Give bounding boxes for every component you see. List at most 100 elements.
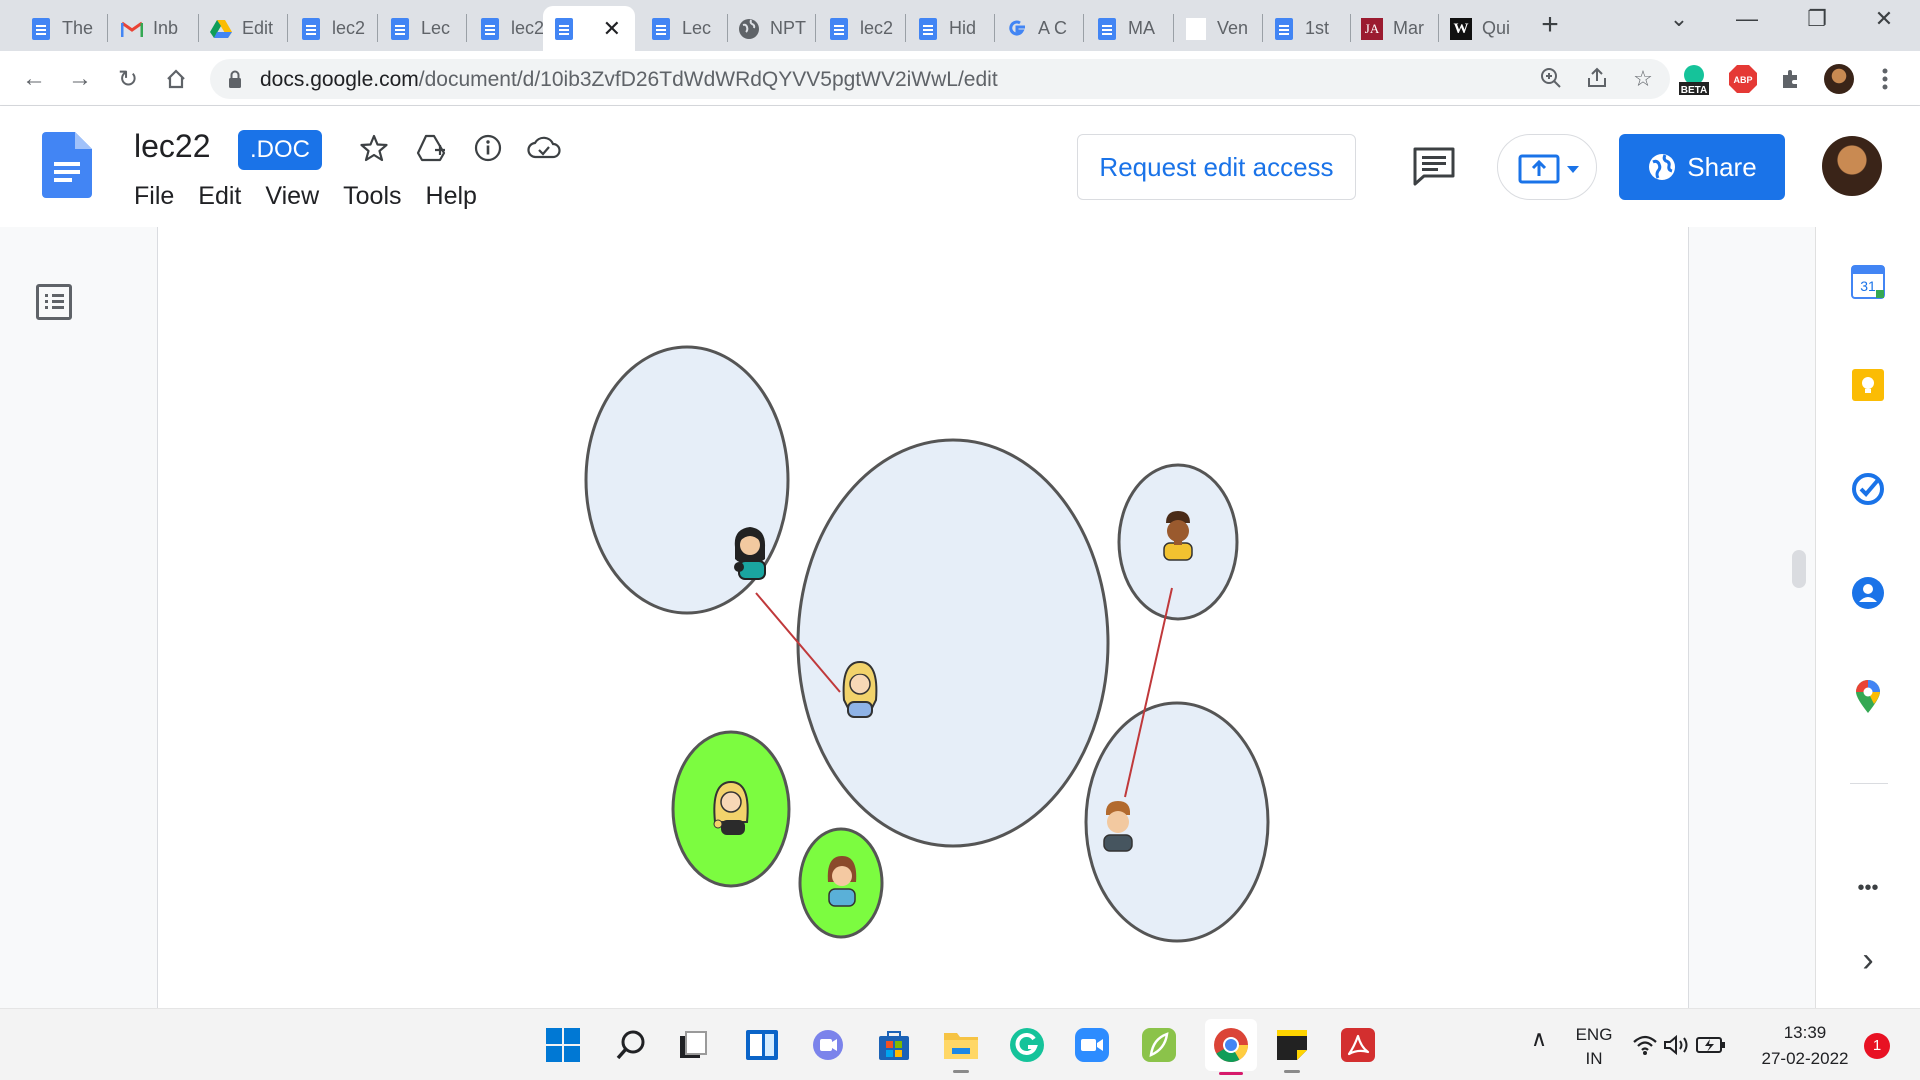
volume-icon[interactable] bbox=[1662, 1025, 1692, 1065]
browser-tab-strip: The Inb Edit lec2 Lec lec2 ✕ Lec NPT lec2 Hid A C MA… bbox=[0, 0, 1920, 51]
side-panel: 31 ••• › bbox=[1815, 227, 1920, 1008]
grammarly-icon[interactable] bbox=[1007, 1025, 1047, 1065]
bookmark-star-icon[interactable]: ☆ bbox=[1630, 66, 1656, 92]
adblock-plus-icon[interactable]: ABP bbox=[1726, 62, 1760, 96]
task-view-icon[interactable] bbox=[673, 1025, 713, 1065]
zoom-meetings-icon[interactable] bbox=[1072, 1025, 1112, 1065]
sticky-notes-icon[interactable] bbox=[1272, 1025, 1312, 1073]
minimize-button[interactable]: — bbox=[1727, 6, 1767, 32]
active-app-indicator bbox=[1219, 1072, 1243, 1075]
file-explorer-icon[interactable] bbox=[941, 1025, 981, 1073]
comment-history-icon[interactable] bbox=[1412, 146, 1456, 186]
share-page-icon[interactable] bbox=[1584, 66, 1610, 92]
tab-separator bbox=[1083, 14, 1084, 42]
notification-count-badge[interactable]: 1 bbox=[1864, 1033, 1890, 1059]
windows-taskbar: ∧ ENG IN 13:39 27-02-2022 bbox=[0, 1008, 1920, 1080]
tab-search-chevron-icon[interactable]: ⌄ bbox=[1659, 6, 1699, 32]
docs-icon bbox=[917, 17, 939, 40]
browser-tab[interactable]: Lec bbox=[640, 6, 720, 51]
browser-tab[interactable]: 1st bbox=[1263, 6, 1343, 51]
maps-icon[interactable] bbox=[1849, 678, 1887, 716]
acrobat-icon[interactable] bbox=[1338, 1025, 1378, 1065]
close-tab-icon[interactable]: ✕ bbox=[603, 16, 621, 42]
wifi-icon[interactable] bbox=[1630, 1025, 1660, 1065]
browser-tab[interactable]: MA bbox=[1086, 6, 1166, 51]
close-window-button[interactable]: ✕ bbox=[1864, 6, 1904, 32]
omnibox[interactable]: docs.google.com/document/d/10ib3ZvfD26Td… bbox=[210, 59, 1670, 99]
input-language-top[interactable]: ENG bbox=[1574, 1025, 1614, 1045]
teams-chat-icon[interactable] bbox=[808, 1025, 848, 1065]
chrome-icon[interactable] bbox=[1205, 1019, 1257, 1075]
share-button[interactable]: Share bbox=[1619, 134, 1785, 200]
tab-title: Lec bbox=[421, 18, 451, 38]
menu-tools[interactable]: Tools bbox=[343, 182, 401, 211]
tab-title: Mar bbox=[1393, 18, 1424, 38]
more-addons-icon[interactable]: ••• bbox=[1849, 869, 1887, 907]
blank-page-icon bbox=[1185, 17, 1207, 40]
browser-menu-icon[interactable] bbox=[1868, 62, 1902, 96]
profile-avatar[interactable] bbox=[1822, 62, 1856, 96]
feather-app-icon[interactable] bbox=[1139, 1025, 1179, 1065]
menu-help[interactable]: Help bbox=[426, 182, 477, 211]
new-tab-button[interactable]: + bbox=[1532, 8, 1568, 42]
browser-tab[interactable]: A C bbox=[996, 6, 1076, 51]
calendar-icon[interactable]: 31 bbox=[1849, 263, 1887, 301]
url-text: docs.google.com/document/d/10ib3ZvfD26Td… bbox=[260, 68, 998, 91]
windows-start-icon[interactable] bbox=[543, 1025, 583, 1065]
back-button[interactable]: ← bbox=[16, 61, 52, 97]
docs-icon bbox=[30, 17, 52, 40]
clock-time[interactable]: 13:39 bbox=[1750, 1023, 1860, 1043]
menu-edit[interactable]: Edit bbox=[198, 182, 241, 211]
document-page[interactable] bbox=[157, 227, 1689, 1008]
menu-file[interactable]: File bbox=[134, 182, 174, 211]
browser-tab[interactable]: Lec bbox=[379, 6, 459, 51]
search-icon[interactable] bbox=[611, 1025, 651, 1065]
document-info-icon[interactable] bbox=[470, 130, 506, 166]
keep-icon[interactable] bbox=[1849, 366, 1887, 404]
account-avatar[interactable] bbox=[1822, 136, 1882, 196]
battery-charging-icon[interactable] bbox=[1694, 1025, 1728, 1065]
browser-tab[interactable]: The bbox=[20, 6, 100, 51]
clock-date[interactable]: 27-02-2022 bbox=[1750, 1049, 1860, 1069]
forward-button[interactable]: → bbox=[62, 61, 98, 97]
docs-icon bbox=[650, 17, 672, 40]
grammarly-beta-extension-icon[interactable]: BETA bbox=[1677, 62, 1711, 96]
browser-tab[interactable]: JA Mar bbox=[1351, 6, 1431, 51]
menu-view[interactable]: View bbox=[265, 182, 319, 211]
file-format-badge: .DOC bbox=[238, 130, 322, 170]
tray-overflow-chevron[interactable]: ∧ bbox=[1531, 1026, 1547, 1052]
browser-tab[interactable]: Inb bbox=[111, 6, 191, 51]
browser-tab[interactable]: W Qui bbox=[1440, 6, 1520, 51]
store-icon[interactable] bbox=[874, 1025, 914, 1065]
google-docs-logo-icon[interactable] bbox=[42, 132, 92, 198]
tasks-icon[interactable] bbox=[1849, 470, 1887, 508]
extensions-puzzle-icon[interactable] bbox=[1774, 62, 1808, 96]
zoom-icon[interactable] bbox=[1538, 66, 1564, 92]
tab-title: MA bbox=[1128, 18, 1155, 38]
document-outline-icon[interactable] bbox=[36, 284, 72, 320]
browser-tab[interactable]: Ven bbox=[1175, 6, 1255, 51]
request-edit-access-button[interactable]: Request edit access bbox=[1077, 134, 1356, 200]
browser-tab[interactable]: Hid bbox=[907, 6, 987, 51]
browser-tab[interactable]: ✕ bbox=[543, 6, 635, 51]
browser-tab[interactable]: lec2 bbox=[290, 6, 370, 51]
cloud-saved-icon[interactable] bbox=[526, 130, 562, 166]
widgets-icon[interactable] bbox=[742, 1025, 782, 1065]
star-icon[interactable] bbox=[356, 130, 392, 166]
docs-icon bbox=[1273, 17, 1295, 40]
browser-tab[interactable]: lec2 bbox=[818, 6, 898, 51]
move-to-drive-icon[interactable] bbox=[414, 130, 450, 166]
browser-tab[interactable]: NPT bbox=[728, 6, 808, 51]
document-title[interactable]: lec22 bbox=[134, 128, 211, 165]
browser-tab[interactable]: lec2 bbox=[469, 6, 549, 51]
input-language-bottom[interactable]: IN bbox=[1574, 1049, 1614, 1069]
present-button[interactable] bbox=[1497, 134, 1597, 200]
contacts-icon[interactable] bbox=[1849, 574, 1887, 612]
drive-icon bbox=[210, 18, 232, 40]
expand-side-panel-icon[interactable]: › bbox=[1849, 941, 1887, 979]
reload-button[interactable]: ↻ bbox=[110, 61, 146, 97]
restore-button[interactable]: ❐ bbox=[1797, 6, 1837, 32]
browser-tab[interactable]: Edit bbox=[200, 6, 280, 51]
document-scrollbar-thumb[interactable] bbox=[1792, 550, 1806, 588]
home-button[interactable] bbox=[158, 61, 194, 97]
